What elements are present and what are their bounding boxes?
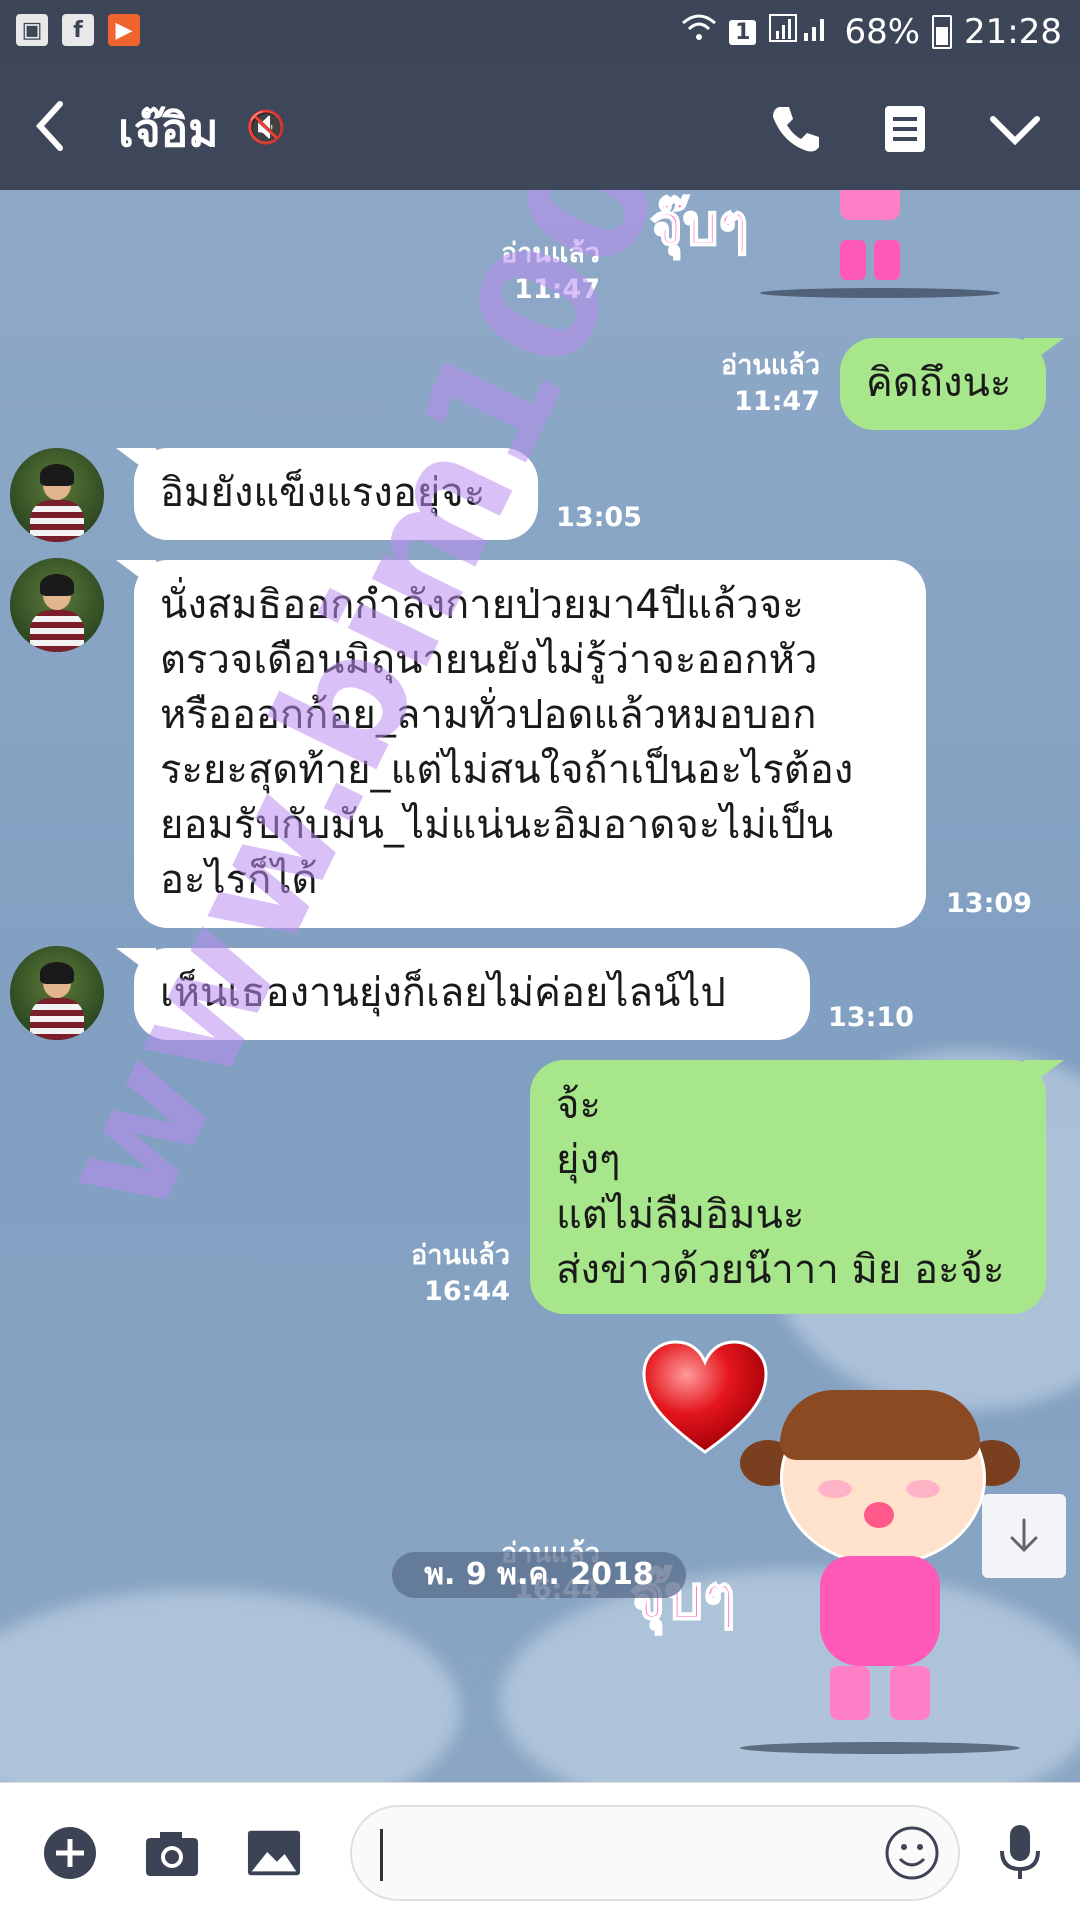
wifi-icon [681,12,717,52]
sticker-top[interactable]: จุ๊บๆ [640,190,1000,300]
message-time: 13:10 [828,1002,914,1033]
sim-badge: 1 [729,19,757,45]
read-receipt: อ่านแล้ว [411,1240,510,1271]
text-caret [380,1829,383,1881]
message-line: แต่ไม่ลืมอิมนะ [556,1192,805,1238]
message-time: 11:47 [734,386,820,417]
camera-icon [146,1832,198,1876]
contact-avatar[interactable] [10,558,104,652]
incoming-message[interactable]: เห็นเธองานยุ่งก็เลยไม่ค่อยไลน์ไป [134,948,810,1040]
read-receipt: อ่านแล้ว [501,238,600,269]
chevron-left-icon [35,101,63,151]
message-meta: อ่านแล้ว 16:44 [400,1238,510,1310]
arrow-down-icon [1010,1518,1038,1553]
incoming-message[interactable]: นั่งสมธิออกกำลังกายป่วยมา4ปีแล้วจะ ตรวจเ… [134,560,926,928]
battery-percent: 68% [844,12,921,52]
call-button[interactable] [760,94,830,164]
emoji-button[interactable] [884,1825,940,1881]
message-line: ยุ่งๆ [556,1137,621,1183]
message-time: 11:47 [514,274,600,305]
add-button[interactable] [42,1825,98,1881]
date-divider: พ. 9 พ.ค. 2018 [392,1552,686,1598]
message-line: ระยะสุดท้าย_แต่ไม่สนใจถ้าเป็นอะไรต้อง [160,747,854,793]
message-line: นั่งสมธิออกกำลังกายป่วยมา4ปีแล้วจะ [160,582,804,628]
input-bar [0,1782,1080,1921]
message-meta: อ่านแล้ว 11:47 [660,348,820,420]
chat-title[interactable]: เจ๊อิม [118,94,219,167]
sticker-character-legs [830,190,910,290]
contact-avatar[interactable] [10,448,104,542]
status-bar: ▣ f ▶ 1 68% 21:28 [0,0,1080,64]
menu-expand-button[interactable] [980,94,1050,164]
clock: 21:28 [964,12,1062,52]
chevron-down-icon [990,116,1040,146]
message-line: ส่งข่าวด้วยน๊าาา มิย อะจ้ะ [556,1247,1005,1293]
outgoing-message[interactable]: จ้ะ ยุ่งๆ แต่ไม่ลืมอิมนะ ส่งข่าวด้วยน๊าา… [530,1060,1046,1314]
message-time: 13:05 [556,502,642,533]
incoming-message[interactable]: อิมยังแข็งแรงอยุ่จะ [134,448,538,540]
notes-button[interactable] [870,94,940,164]
message-line: ตรวจเดือนมิถุนายนยังไม่รู้ว่าจะออกหัว [160,637,818,683]
chat-area[interactable]: จุ๊บๆ อ่านแล้ว 11:47 อ่านแล้ว 11:47 คิดถ… [0,190,1080,1782]
message-text: อิมยังแข็งแรงอยุ่จะ [160,470,486,516]
screen-recorder-icon: ▶ [108,14,140,46]
camera-button[interactable] [144,1825,200,1881]
sticker-caption: จุ๊บๆ [649,192,749,259]
notes-icon [885,106,925,152]
message-text: คิดถึงนะ [866,360,1012,406]
battery-icon [932,15,953,49]
gallery-icon: ▣ [16,14,48,46]
phone-icon [773,107,819,152]
mute-icon: 🔇 [246,108,286,146]
message-line: ยอมรับกับมัน_ไม่แน่นะอิมอาดจะไม่เป็น [160,802,834,848]
contact-avatar[interactable] [10,946,104,1040]
message-line: จ้ะ [556,1082,601,1128]
sticker-shadow [740,1742,1020,1754]
microphone-icon [1000,1825,1040,1879]
back-button[interactable] [30,90,90,160]
message-line: อะไรก็ได้ [160,857,318,903]
message-input[interactable] [350,1805,960,1901]
image-icon [247,1830,301,1876]
background-cloud [0,1590,460,1782]
message-time: 16:44 [424,1276,510,1307]
read-receipt: อ่านแล้ว [721,350,820,381]
chat-header: เจ๊อิม 🔇 [0,64,1080,190]
sticker-shadow [760,288,1000,298]
message-text: เห็นเธองานยุ่งก็เลยไม่ค่อยไลน์ไป [160,970,726,1016]
gallery-button[interactable] [246,1825,302,1881]
scroll-to-bottom-button[interactable] [982,1494,1066,1578]
message-time: 13:09 [946,888,1032,919]
message-line: หรือออกก้อย_ลามทั่วปอดแล้วหมอบอก [160,692,817,738]
smiley-icon [885,1826,939,1880]
message-meta: อ่านแล้ว 11:47 [440,236,600,308]
voice-button[interactable] [992,1825,1048,1881]
facebook-icon: f [62,14,94,46]
plus-circle-icon [44,1827,96,1879]
outgoing-message[interactable]: คิดถึงนะ [840,338,1046,430]
signal-icon [768,12,832,52]
